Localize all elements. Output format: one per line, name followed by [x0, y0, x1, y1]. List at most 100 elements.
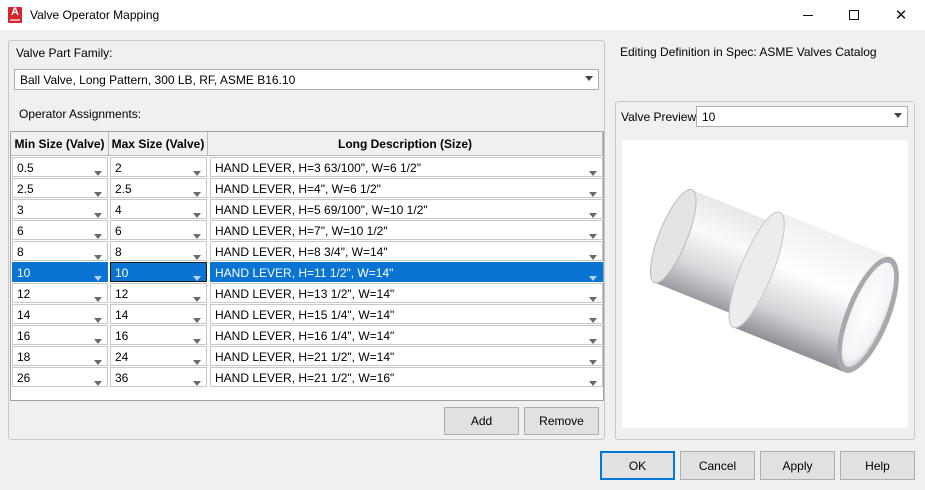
chevron-down-icon[interactable]: [94, 186, 102, 200]
chevron-down-icon[interactable]: [193, 228, 201, 242]
table-row[interactable]: 6 6 HAND LEVER, H=7", W=10 1/2": [11, 220, 603, 241]
description-cell[interactable]: HAND LEVER, H=11 1/2", W=14": [210, 262, 603, 282]
chevron-down-icon[interactable]: [589, 207, 597, 221]
chevron-down-icon[interactable]: [589, 354, 597, 368]
min-size-cell[interactable]: 16: [12, 325, 108, 345]
chevron-down-icon: [894, 113, 902, 121]
title-bar: Valve Operator Mapping ✕: [0, 0, 925, 30]
chevron-down-icon[interactable]: [193, 375, 201, 389]
ok-button[interactable]: OK: [600, 451, 675, 480]
max-size-cell[interactable]: 6: [110, 220, 207, 240]
description-cell[interactable]: HAND LEVER, H=16 1/4", W=14": [210, 325, 603, 345]
chevron-down-icon[interactable]: [589, 312, 597, 326]
table-row[interactable]: 8 8 HAND LEVER, H=8 3/4", W=14": [11, 241, 603, 262]
max-size-cell-value: 8: [115, 245, 122, 259]
min-size-cell[interactable]: 12: [12, 283, 108, 303]
max-size-cell[interactable]: 14: [110, 304, 207, 324]
description-cell[interactable]: HAND LEVER, H=21 1/2", W=14": [210, 346, 603, 366]
chevron-down-icon[interactable]: [94, 291, 102, 305]
chevron-down-icon[interactable]: [94, 249, 102, 263]
chevron-down-icon[interactable]: [193, 333, 201, 347]
chevron-down-icon[interactable]: [94, 207, 102, 221]
chevron-down-icon[interactable]: [193, 186, 201, 200]
chevron-down-icon[interactable]: [589, 249, 597, 263]
description-cell[interactable]: HAND LEVER, H=15 1/4", W=14": [210, 304, 603, 324]
maximize-button[interactable]: [831, 0, 877, 30]
description-cell[interactable]: HAND LEVER, H=5 69/100", W=10 1/2": [210, 199, 603, 219]
chevron-down-icon[interactable]: [193, 249, 201, 263]
apply-button[interactable]: Apply: [760, 451, 835, 480]
assignments-grid[interactable]: Min Size (Valve) Max Size (Valve) Long D…: [10, 131, 604, 401]
table-row[interactable]: 18 24 HAND LEVER, H=21 1/2", W=14": [11, 346, 603, 367]
table-row[interactable]: 14 14 HAND LEVER, H=15 1/4", W=14": [11, 304, 603, 325]
description-cell[interactable]: HAND LEVER, H=4", W=6 1/2": [210, 178, 603, 198]
close-button[interactable]: ✕: [878, 0, 924, 30]
max-size-cell[interactable]: 2: [110, 157, 207, 177]
chevron-down-icon[interactable]: [94, 333, 102, 347]
min-size-cell[interactable]: 14: [12, 304, 108, 324]
table-row[interactable]: 0.5 2 HAND LEVER, H=3 63/100", W=6 1/2": [11, 157, 603, 178]
chevron-down-icon[interactable]: [589, 228, 597, 242]
max-size-cell[interactable]: 4: [110, 199, 207, 219]
chevron-down-icon[interactable]: [94, 270, 102, 284]
min-size-cell[interactable]: 18: [12, 346, 108, 366]
chevron-down-icon[interactable]: [589, 165, 597, 179]
column-header-description[interactable]: Long Description (Size): [208, 132, 603, 156]
minimize-button[interactable]: [785, 0, 831, 30]
remove-button[interactable]: Remove: [524, 407, 599, 435]
table-row[interactable]: 12 12 HAND LEVER, H=13 1/2", W=14": [11, 283, 603, 304]
chevron-down-icon[interactable]: [94, 228, 102, 242]
chevron-down-icon[interactable]: [193, 270, 201, 284]
description-cell[interactable]: HAND LEVER, H=3 63/100", W=6 1/2": [210, 157, 603, 177]
chevron-down-icon[interactable]: [94, 354, 102, 368]
max-size-cell[interactable]: 24: [110, 346, 207, 366]
preview-label: Valve Preview:: [621, 110, 700, 124]
chevron-down-icon[interactable]: [193, 312, 201, 326]
description-cell-value: HAND LEVER, H=21 1/2", W=14": [215, 350, 395, 364]
chevron-down-icon[interactable]: [589, 333, 597, 347]
preview-size-select[interactable]: 10: [696, 106, 908, 127]
chevron-down-icon[interactable]: [193, 291, 201, 305]
max-size-cell[interactable]: 8: [110, 241, 207, 261]
min-size-cell[interactable]: 2.5: [12, 178, 108, 198]
min-size-cell[interactable]: 3: [12, 199, 108, 219]
description-cell-value: HAND LEVER, H=13 1/2", W=14": [215, 287, 395, 301]
max-size-cell[interactable]: 36: [110, 367, 207, 387]
help-button[interactable]: Help: [840, 451, 915, 480]
max-size-cell[interactable]: 12: [110, 283, 207, 303]
chevron-down-icon[interactable]: [94, 165, 102, 179]
chevron-down-icon[interactable]: [589, 375, 597, 389]
table-row[interactable]: 16 16 HAND LEVER, H=16 1/4", W=14": [11, 325, 603, 346]
column-header-min[interactable]: Min Size (Valve): [11, 132, 109, 156]
chevron-down-icon[interactable]: [589, 186, 597, 200]
chevron-down-icon[interactable]: [94, 312, 102, 326]
chevron-down-icon[interactable]: [589, 291, 597, 305]
chevron-down-icon[interactable]: [589, 270, 597, 284]
chevron-down-icon[interactable]: [193, 207, 201, 221]
max-size-cell[interactable]: 10: [110, 262, 207, 282]
description-cell[interactable]: HAND LEVER, H=7", W=10 1/2": [210, 220, 603, 240]
description-cell[interactable]: HAND LEVER, H=21 1/2", W=16": [210, 367, 603, 387]
min-size-cell[interactable]: 6: [12, 220, 108, 240]
add-button[interactable]: Add: [444, 407, 519, 435]
chevron-down-icon[interactable]: [193, 354, 201, 368]
column-header-max[interactable]: Max Size (Valve): [109, 132, 208, 156]
max-size-cell[interactable]: 2.5: [110, 178, 207, 198]
min-size-cell[interactable]: 0.5: [12, 157, 108, 177]
description-cell[interactable]: HAND LEVER, H=13 1/2", W=14": [210, 283, 603, 303]
description-cell-value: HAND LEVER, H=11 1/2", W=14": [215, 266, 394, 280]
description-cell[interactable]: HAND LEVER, H=8 3/4", W=14": [210, 241, 603, 261]
table-row[interactable]: 2.5 2.5 HAND LEVER, H=4", W=6 1/2": [11, 178, 603, 199]
family-select[interactable]: Ball Valve, Long Pattern, 300 LB, RF, AS…: [14, 69, 599, 90]
min-size-cell[interactable]: 10: [12, 262, 108, 282]
max-size-cell[interactable]: 16: [110, 325, 207, 345]
table-row[interactable]: 3 4 HAND LEVER, H=5 69/100", W=10 1/2": [11, 199, 603, 220]
table-row[interactable]: 10 10 HAND LEVER, H=11 1/2", W=14": [11, 262, 603, 283]
min-size-cell[interactable]: 26: [12, 367, 108, 387]
chevron-down-icon[interactable]: [193, 165, 201, 179]
table-row[interactable]: 26 36 HAND LEVER, H=21 1/2", W=16": [11, 367, 603, 388]
min-size-cell[interactable]: 8: [12, 241, 108, 261]
min-size-cell-value: 18: [17, 350, 31, 364]
chevron-down-icon[interactable]: [94, 375, 102, 389]
cancel-button[interactable]: Cancel: [680, 451, 755, 480]
